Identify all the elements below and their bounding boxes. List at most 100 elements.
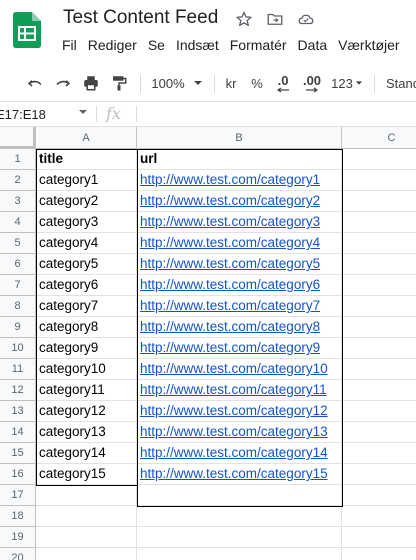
cell[interactable]: [342, 506, 416, 527]
cell[interactable]: [342, 149, 416, 170]
cell[interactable]: url: [137, 149, 342, 170]
cell[interactable]: category6: [36, 275, 137, 296]
row-header[interactable]: 13: [0, 401, 36, 422]
move-folder-icon[interactable]: [265, 9, 285, 29]
row-header[interactable]: 10: [0, 338, 36, 359]
cell[interactable]: [342, 485, 416, 506]
cell[interactable]: category7: [36, 296, 137, 317]
url-link-cell[interactable]: http://www.test.com/category4: [137, 233, 342, 254]
cell[interactable]: [137, 548, 342, 560]
cell[interactable]: [342, 380, 416, 401]
url-link-cell[interactable]: http://www.test.com/category11: [137, 380, 342, 401]
cell[interactable]: [342, 338, 416, 359]
row-header[interactable]: 8: [0, 296, 36, 317]
row-header[interactable]: 19: [0, 527, 36, 548]
row-header[interactable]: 11: [0, 359, 36, 380]
cell[interactable]: [342, 527, 416, 548]
url-link-cell[interactable]: http://www.test.com/category9: [137, 338, 342, 359]
menu-item-fil[interactable]: Fil: [62, 37, 81, 53]
url-link-cell[interactable]: http://www.test.com/category8: [137, 317, 342, 338]
row-header[interactable]: 6: [0, 254, 36, 275]
row-header[interactable]: 2: [0, 170, 36, 191]
cell[interactable]: [342, 212, 416, 233]
row-header[interactable]: 4: [0, 212, 36, 233]
row-header[interactable]: 9: [0, 317, 36, 338]
zoom-select[interactable]: 100%: [150, 71, 186, 95]
row-header[interactable]: 15: [0, 443, 36, 464]
cell[interactable]: category15: [36, 464, 137, 485]
cell[interactable]: category4: [36, 233, 137, 254]
cell[interactable]: [342, 422, 416, 443]
cell[interactable]: [342, 401, 416, 422]
cell[interactable]: [342, 548, 416, 560]
url-link-cell[interactable]: http://www.test.com/category6: [137, 275, 342, 296]
column-header-c[interactable]: C: [342, 127, 416, 149]
cell[interactable]: [342, 317, 416, 338]
url-link-cell[interactable]: http://www.test.com/category15: [137, 464, 342, 485]
row-header[interactable]: 7: [0, 275, 36, 296]
cell[interactable]: category11: [36, 380, 137, 401]
print-icon[interactable]: [80, 71, 102, 95]
row-header[interactable]: 1: [0, 149, 36, 170]
cell[interactable]: category9: [36, 338, 137, 359]
cell[interactable]: [342, 275, 416, 296]
cell[interactable]: [342, 170, 416, 191]
url-link-cell[interactable]: http://www.test.com/category13: [137, 422, 342, 443]
star-icon[interactable]: [234, 9, 254, 29]
number-format-select[interactable]: 123: [330, 71, 354, 95]
menu-item-se[interactable]: Se: [148, 37, 169, 53]
menu-item-rediger[interactable]: Rediger: [88, 37, 141, 53]
cell[interactable]: category14: [36, 443, 137, 464]
cell[interactable]: category2: [36, 191, 137, 212]
url-link-cell[interactable]: http://www.test.com/category1: [137, 170, 342, 191]
decrease-decimals-button[interactable]: .0: [274, 71, 292, 95]
cell[interactable]: [36, 527, 137, 548]
cell[interactable]: category8: [36, 317, 137, 338]
select-all-corner[interactable]: [0, 127, 36, 149]
cell[interactable]: [342, 464, 416, 485]
cell[interactable]: [342, 443, 416, 464]
column-header-b[interactable]: B: [137, 127, 342, 149]
cell[interactable]: [36, 548, 137, 560]
row-header[interactable]: 17: [0, 485, 36, 506]
url-link-cell[interactable]: http://www.test.com/category7: [137, 296, 342, 317]
zoom-dropdown-icon[interactable]: [192, 71, 204, 95]
row-header[interactable]: 3: [0, 191, 36, 212]
url-link-cell[interactable]: http://www.test.com/category14: [137, 443, 342, 464]
font-family-select[interactable]: Standa: [386, 71, 416, 95]
row-header[interactable]: 12: [0, 380, 36, 401]
name-box[interactable]: E17:E18: [0, 102, 92, 126]
cell[interactable]: [36, 485, 137, 506]
column-header-a[interactable]: A: [36, 127, 137, 149]
url-link-cell[interactable]: http://www.test.com/category12: [137, 401, 342, 422]
url-link-cell[interactable]: http://www.test.com/category2: [137, 191, 342, 212]
cell[interactable]: [342, 233, 416, 254]
cell[interactable]: [137, 485, 342, 506]
cell[interactable]: [342, 359, 416, 380]
row-header[interactable]: 18: [0, 506, 36, 527]
name-box-dropdown-icon[interactable]: [78, 107, 88, 120]
row-header[interactable]: 20: [0, 548, 36, 560]
sheets-logo-icon[interactable]: [13, 12, 41, 48]
cell[interactable]: [342, 254, 416, 275]
cell[interactable]: [342, 191, 416, 212]
undo-icon[interactable]: [24, 71, 46, 95]
increase-decimals-button[interactable]: .00: [300, 71, 324, 95]
paint-format-icon[interactable]: [108, 71, 130, 95]
cell[interactable]: [342, 296, 416, 317]
percent-format-button[interactable]: %: [250, 71, 264, 95]
url-link-cell[interactable]: http://www.test.com/category10: [137, 359, 342, 380]
menu-item-indsaet[interactable]: Indsæt: [176, 37, 223, 53]
cell[interactable]: category1: [36, 170, 137, 191]
row-header[interactable]: 5: [0, 233, 36, 254]
redo-icon[interactable]: [52, 71, 74, 95]
cell[interactable]: [36, 506, 137, 527]
currency-format-button[interactable]: kr: [222, 71, 240, 95]
formula-input[interactable]: [142, 102, 416, 126]
cell[interactable]: category5: [36, 254, 137, 275]
cell[interactable]: [137, 506, 342, 527]
sheet-grid[interactable]: A B C 1 title url 2 category1 http://www.test.co…: [0, 127, 416, 560]
cell[interactable]: category10: [36, 359, 137, 380]
url-link-cell[interactable]: http://www.test.com/category5: [137, 254, 342, 275]
cell[interactable]: category12: [36, 401, 137, 422]
